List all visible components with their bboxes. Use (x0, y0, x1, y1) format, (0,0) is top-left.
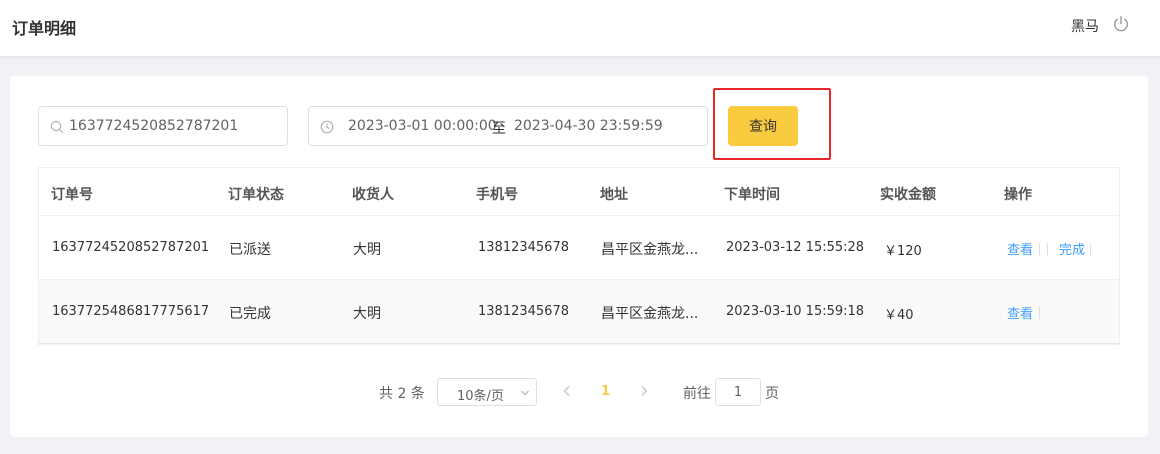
column-header-consignee: 收货人 (352, 187, 394, 203)
table-bottom-shadow (38, 343, 1120, 346)
chevron-down-icon (521, 390, 529, 396)
order-no-cell: 1637724520852787201 (52, 240, 210, 255)
column-header-actions: 操作 (1004, 187, 1032, 203)
start-date[interactable]: 2023-03-01 00:00:00 (348, 118, 497, 134)
end-date[interactable]: 2023-04-30 23:59:59 (514, 118, 663, 134)
search-input[interactable] (69, 108, 279, 144)
consignee-cell: 大明 (353, 242, 381, 258)
table-header: 订单号 订单状态 收货人 手机号 地址 下单时间 实收金额 操作 (39, 168, 1119, 216)
amount-cell: ￥40 (884, 308, 914, 323)
chevron-right-icon[interactable] (637, 384, 651, 398)
column-header-time: 下单时间 (724, 187, 780, 203)
action-divider (1047, 243, 1048, 255)
status-cell: 已完成 (229, 306, 271, 322)
action-divider (1090, 243, 1091, 255)
query-button[interactable]: 查询 (728, 106, 798, 146)
table-row: 1637725486817775617 已完成 大明 13812345678 昌… (39, 280, 1119, 344)
consignee-cell: 大明 (353, 306, 381, 322)
complete-link[interactable]: 完成 (1059, 239, 1085, 258)
power-icon[interactable] (1112, 15, 1130, 33)
pagination-total: 共 2 条 (379, 386, 425, 402)
clock-icon (320, 120, 334, 134)
page-size-select[interactable]: 10条/页 (437, 378, 537, 406)
address-cell: 昌平区金燕龙... (601, 242, 699, 258)
time-cell: 2023-03-10 15:59:18 (726, 304, 865, 319)
order-number-search[interactable] (38, 106, 288, 146)
page-title: 订单明细 (12, 19, 77, 38)
column-header-status: 订单状态 (228, 187, 284, 203)
phone-cell: 13812345678 (478, 240, 569, 255)
chevron-left-icon[interactable] (560, 384, 574, 398)
date-range-picker[interactable]: 2023-03-01 00:00:00 至 2023-04-30 23:59:5… (308, 106, 708, 146)
column-header-amount: 实收金额 (880, 187, 936, 203)
table-row: 1637724520852787201 已派送 大明 13812345678 昌… (39, 216, 1119, 280)
page-size-value: 10条/页 (457, 389, 504, 404)
main-card: 2023-03-01 00:00:00 至 2023-04-30 23:59:5… (10, 76, 1148, 437)
user-name[interactable]: 黑马 (1071, 16, 1099, 36)
search-icon (50, 120, 64, 134)
amount-cell: ￥120 (884, 244, 922, 259)
orders-table: 订单号 订单状态 收货人 手机号 地址 下单时间 实收金额 操作 1637724… (38, 167, 1120, 345)
top-header: 订单明细 黑马 (0, 0, 1160, 56)
time-cell: 2023-03-12 15:55:28 (726, 240, 865, 255)
goto-label: 前往 (683, 386, 711, 402)
status-cell: 已派送 (229, 242, 271, 258)
order-no-cell: 1637725486817775617 (52, 304, 210, 319)
action-divider (1039, 307, 1040, 319)
view-link[interactable]: 查看 (1007, 303, 1033, 322)
column-header-phone: 手机号 (476, 187, 518, 203)
date-separator: 至 (492, 121, 506, 137)
goto-page-input[interactable] (715, 378, 761, 406)
view-link[interactable]: 查看 (1007, 239, 1033, 258)
page-number-current[interactable]: 1 (601, 384, 610, 399)
page-suffix-label: 页 (765, 386, 779, 402)
column-header-address: 地址 (600, 187, 628, 203)
action-divider (1039, 243, 1040, 255)
address-cell: 昌平区金燕龙... (601, 306, 699, 322)
phone-cell: 13812345678 (478, 304, 569, 319)
column-header-order-no: 订单号 (51, 187, 93, 203)
